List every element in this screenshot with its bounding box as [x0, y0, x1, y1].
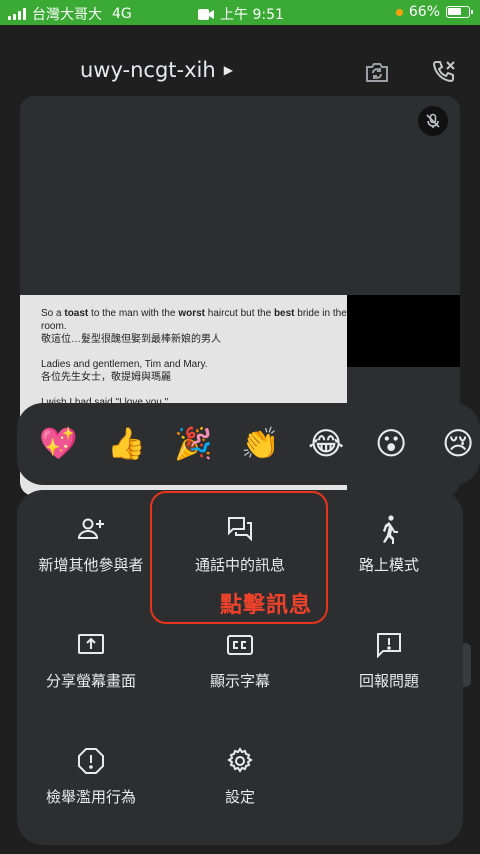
- settings-label: 設定: [224, 788, 255, 806]
- status-bar: 台灣大哥大 4G 上午 9:51 66%: [0, 0, 480, 25]
- clock: 上午 9:51: [220, 7, 284, 23]
- room-code: uwy-ncgt-xih: [80, 58, 216, 82]
- video-camera-icon: [198, 8, 214, 20]
- captions-button[interactable]: 顯示字幕: [170, 630, 310, 720]
- reaction-surprised[interactable]: 😮: [375, 424, 407, 464]
- reaction-joy[interactable]: 😂: [308, 424, 344, 464]
- report-abuse-label: 檢舉濫用行為: [45, 788, 136, 806]
- closed-captions-icon: [227, 635, 253, 655]
- signal-strength-icon: [8, 8, 26, 20]
- mic-off-icon: [418, 106, 448, 136]
- person-add-icon: [77, 518, 104, 539]
- chevron-right-icon: ▶: [223, 63, 233, 77]
- reaction-thumbs-up[interactable]: 👍: [107, 424, 146, 464]
- walking-person-icon: [383, 515, 398, 544]
- report-problem-label: 回報問題: [358, 672, 419, 690]
- reaction-party-popper[interactable]: 🎉: [174, 424, 213, 464]
- reactions-bar[interactable]: 💖 👍 🎉 👏 😂 😮 😢: [17, 403, 480, 485]
- add-others-label: 新增其他參與者: [38, 556, 144, 574]
- reaction-crying[interactable]: 😢: [442, 424, 474, 464]
- call-end-icon[interactable]: [430, 58, 458, 86]
- share-screen-label: 分享螢幕畫面: [45, 672, 136, 690]
- captions-label: 顯示字幕: [209, 672, 270, 690]
- gear-icon: [227, 747, 253, 773]
- driving-mode-label: 路上模式: [358, 556, 419, 574]
- room-code-button[interactable]: uwy-ncgt-xih ▶: [80, 58, 233, 82]
- add-others-button[interactable]: 新增其他參與者: [21, 514, 161, 604]
- present-screen-icon: [78, 634, 104, 654]
- driving-mode-button[interactable]: 路上模式: [319, 514, 459, 604]
- recording-indicator-icon: [395, 8, 403, 16]
- reaction-sparkling-heart[interactable]: 💖: [39, 424, 78, 464]
- subtitle-line: Ladies and gentlemen, Tim and Mary. 各位先生…: [41, 359, 208, 383]
- reaction-clapping[interactable]: 👏: [241, 424, 280, 464]
- side-handle[interactable]: [463, 643, 471, 687]
- annotation-text: 點擊訊息: [220, 593, 313, 618]
- settings-button[interactable]: 設定: [170, 746, 310, 836]
- shared-screen-video-area: [347, 295, 460, 367]
- battery-icon: [446, 6, 473, 18]
- feedback-icon: [377, 633, 401, 659]
- report-problem-button[interactable]: 回報問題: [319, 630, 459, 720]
- subtitle-line: So a toast to the man with the worst hai…: [41, 308, 347, 345]
- camera-flip-icon[interactable]: [363, 58, 391, 86]
- carrier-name: 台灣大哥大: [32, 7, 102, 23]
- report-octagon-icon: [78, 748, 104, 774]
- battery-percent: 66%: [408, 4, 440, 20]
- share-screen-button[interactable]: 分享螢幕畫面: [21, 630, 161, 720]
- network-type: 4G: [112, 6, 132, 22]
- report-abuse-button[interactable]: 檢舉濫用行為: [21, 746, 161, 836]
